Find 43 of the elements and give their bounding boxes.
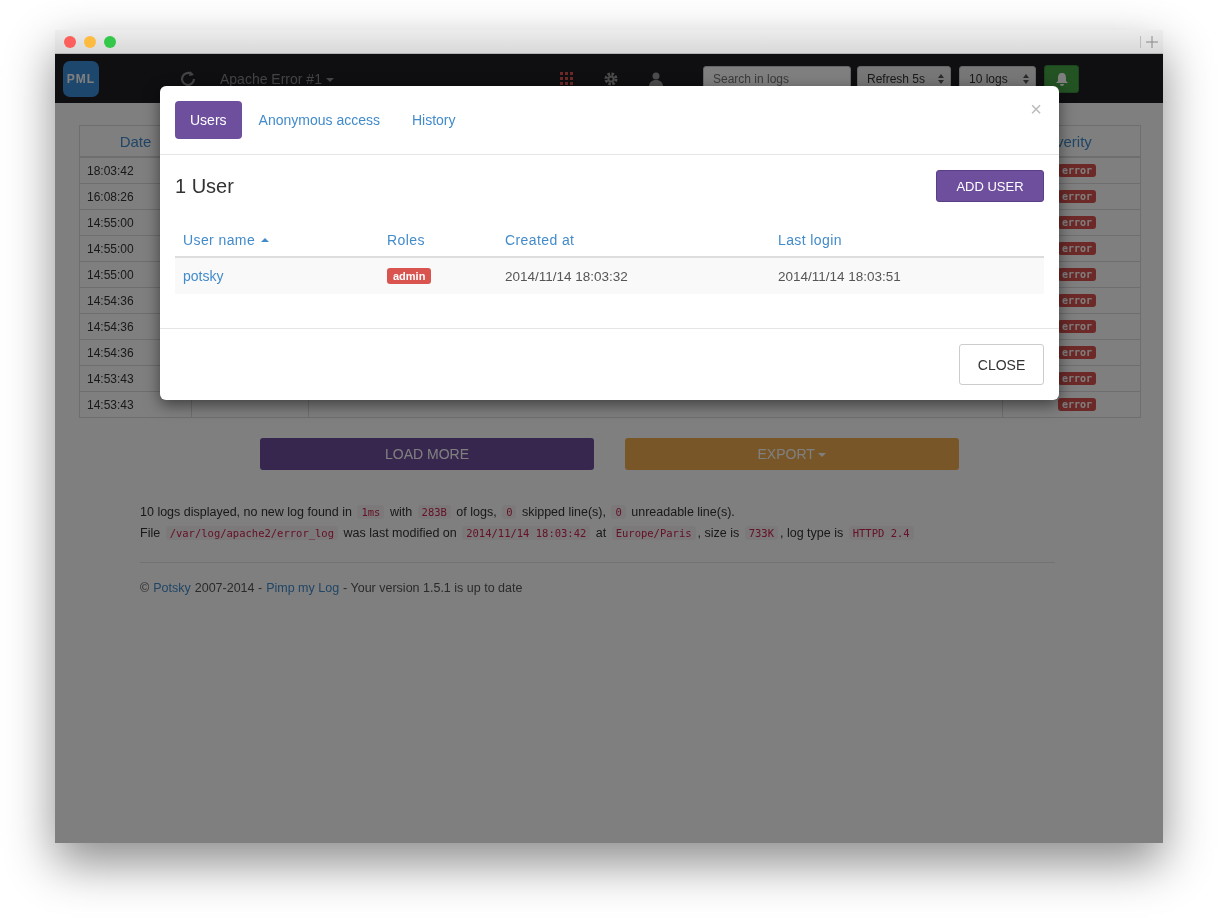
column-header[interactable]: Created at — [497, 224, 770, 256]
version-text: - Your version 1.5.1 is up to date — [343, 581, 523, 595]
severity-badge: error — [1058, 190, 1097, 203]
grid-icon[interactable] — [560, 71, 574, 86]
severity-badge: error — [1058, 320, 1097, 333]
severity-badge: error — [1058, 398, 1097, 411]
copyright-text: © — [140, 581, 150, 595]
settings-icon[interactable] — [603, 70, 619, 87]
bell-icon — [1054, 71, 1069, 86]
dialog-tab[interactable]: Anonymous access — [243, 101, 395, 139]
maximize-window-icon[interactable] — [104, 35, 116, 48]
load-more-button[interactable]: LOAD MORE — [260, 438, 594, 470]
close-icon[interactable]: × — [1030, 97, 1042, 121]
severity-badge: error — [1058, 346, 1097, 359]
severity-badge: error — [1058, 164, 1097, 177]
years-text: 2007-2014 - — [194, 581, 263, 595]
dialog-tab[interactable]: History — [396, 101, 471, 139]
up-down-arrows-icon — [1023, 73, 1029, 84]
dialog-tab[interactable]: Users — [175, 101, 242, 139]
role-badge: admin — [387, 268, 432, 284]
close-button[interactable]: CLOSE — [959, 344, 1044, 385]
status-text: 10 logs displayed, no new log found in 1ms with 283B of logs, 0 skipped line(s), 0 unreadable line(s). — [140, 504, 736, 521]
product-link[interactable]: Pimp my Log — [266, 581, 340, 595]
column-header[interactable]: Last login — [770, 224, 1044, 256]
severity-badge: error — [1058, 294, 1097, 307]
minimize-window-icon[interactable] — [84, 35, 96, 48]
refresh-icon[interactable] — [178, 68, 198, 89]
user-icon[interactable] — [648, 70, 664, 87]
status-text: File /var/log/apache2/error_log was last modified on 2014/11/14 18:03:42 at Europe/Paris , size is 733K , log type is HTTPD 2.4 — [140, 523, 1139, 544]
up-down-arrows-icon — [938, 73, 944, 84]
severity-badge: error — [1058, 242, 1097, 255]
severity-badge: error — [1058, 268, 1097, 281]
column-header[interactable]: Roles — [379, 224, 497, 256]
table-cell-text: 2014/11/14 18:03:32 — [504, 267, 629, 286]
table-cell-text: 2014/11/14 18:03:51 — [777, 267, 902, 286]
notifications-button[interactable] — [1044, 64, 1079, 93]
author-link[interactable]: Potsky — [153, 581, 191, 595]
plus-icon[interactable] — [1140, 35, 1158, 48]
severity-badge: error — [1058, 372, 1097, 385]
app-logo[interactable]: PML — [63, 60, 99, 97]
severity-badge: error — [1058, 216, 1097, 229]
close-window-icon[interactable] — [64, 35, 76, 48]
add-user-button[interactable]: ADD USER — [936, 170, 1044, 202]
